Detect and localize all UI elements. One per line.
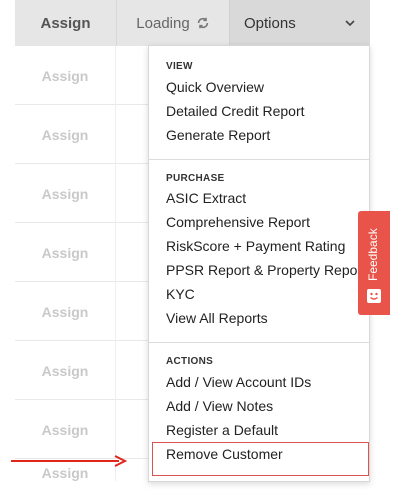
table-header: Assign Loading Options bbox=[15, 0, 370, 46]
loading-label: Loading bbox=[136, 14, 190, 32]
menu-item-detailed-credit-report[interactable]: Detailed Credit Report bbox=[149, 99, 369, 123]
assign-button[interactable]: Assign bbox=[15, 341, 116, 400]
menu-item-add-view-account-ids[interactable]: Add / View Account IDs bbox=[149, 370, 369, 394]
pointer-arrow-icon bbox=[11, 455, 128, 467]
header-loading: Loading bbox=[116, 0, 229, 46]
remove-customer-highlight-box bbox=[152, 442, 369, 476]
options-dropdown-button[interactable]: Options bbox=[229, 0, 370, 46]
chevron-down-icon bbox=[345, 20, 355, 27]
menu-item-comprehensive-report[interactable]: Comprehensive Report bbox=[149, 210, 369, 234]
header-assign[interactable]: Assign bbox=[15, 0, 116, 46]
menu-item-generate-report[interactable]: Generate Report bbox=[149, 123, 369, 147]
menu-item-ppsr-property-report[interactable]: PPSR Report & Property Report bbox=[149, 258, 369, 282]
feedback-face-icon bbox=[367, 289, 381, 303]
menu-item-register-default[interactable]: Register a Default bbox=[149, 418, 369, 442]
refresh-icon bbox=[197, 17, 208, 29]
options-label: Options bbox=[244, 14, 296, 32]
menu-item-view-all-reports[interactable]: View All Reports bbox=[149, 306, 369, 330]
assign-button[interactable]: Assign bbox=[15, 400, 116, 459]
feedback-label: Feedback bbox=[366, 228, 380, 281]
options-dropdown-menu: VIEW Quick Overview Detailed Credit Repo… bbox=[148, 45, 370, 482]
section-title-actions: ACTIONS bbox=[166, 356, 214, 367]
assign-button[interactable]: Assign bbox=[15, 164, 116, 223]
section-title-purchase: PURCHASE bbox=[166, 173, 225, 184]
assign-button[interactable]: Assign bbox=[15, 105, 116, 164]
assign-button[interactable]: Assign bbox=[15, 46, 116, 105]
menu-item-asic-extract[interactable]: ASIC Extract bbox=[149, 186, 369, 210]
menu-item-quick-overview[interactable]: Quick Overview bbox=[149, 75, 369, 99]
menu-item-riskscore-payment-rating[interactable]: RiskScore + Payment Rating bbox=[149, 234, 369, 258]
menu-item-kyc[interactable]: KYC bbox=[149, 282, 369, 306]
menu-item-add-view-notes[interactable]: Add / View Notes bbox=[149, 394, 369, 418]
assign-button[interactable]: Assign bbox=[15, 282, 116, 341]
assign-button[interactable]: Assign bbox=[15, 223, 116, 282]
section-title-view: VIEW bbox=[166, 61, 193, 72]
feedback-tab[interactable]: Feedback bbox=[358, 211, 390, 315]
